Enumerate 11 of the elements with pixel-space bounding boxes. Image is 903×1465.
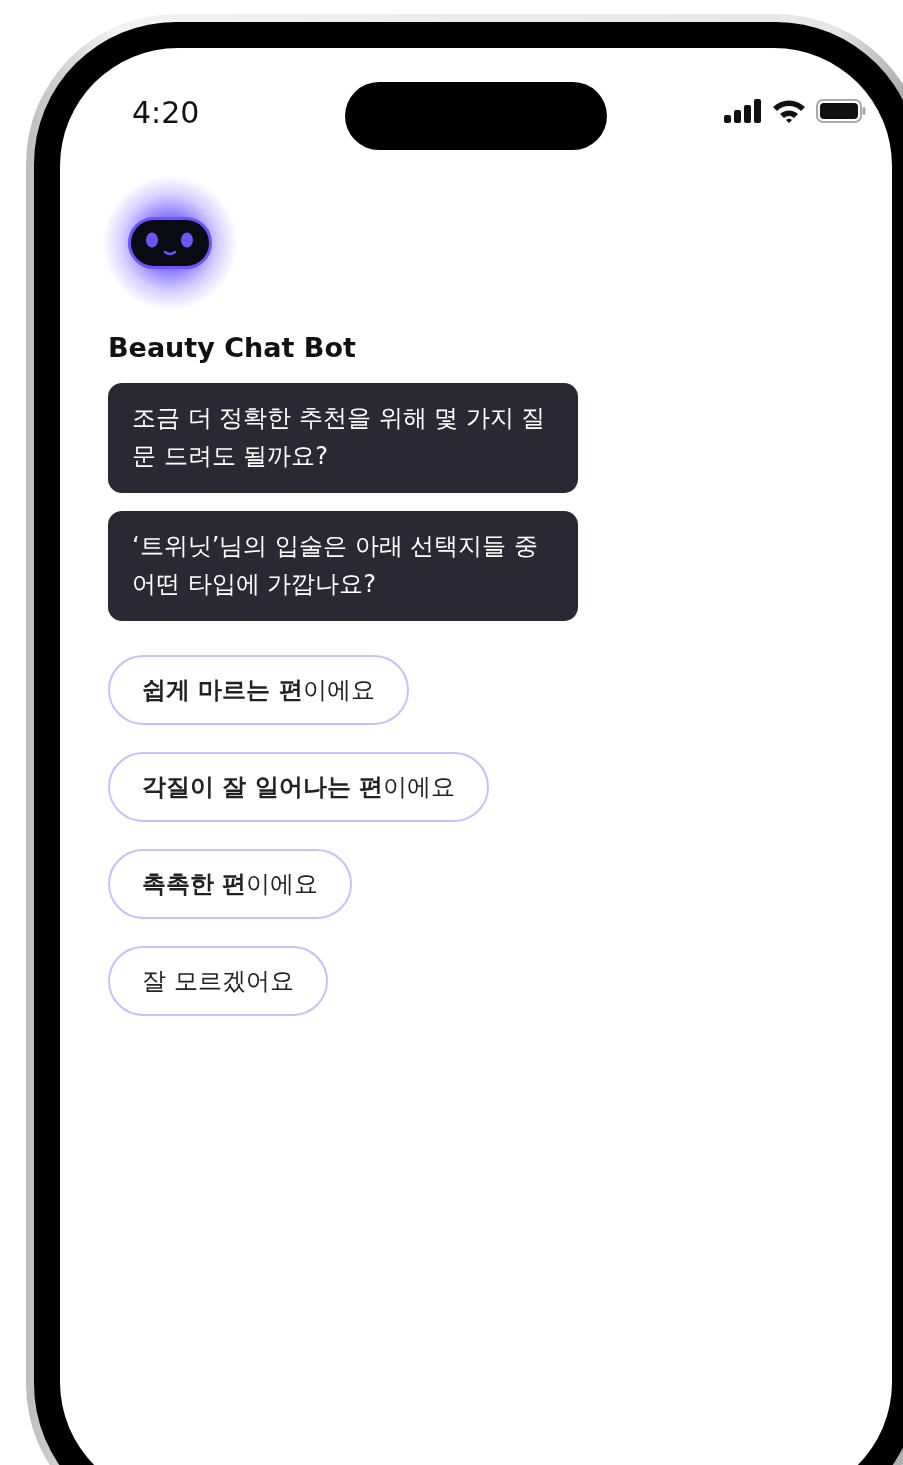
bot-name: Beauty Chat Bot (108, 332, 356, 363)
quick-reply-button[interactable]: 각질이 잘 일어나는 편이에요 (108, 752, 490, 822)
signal-icon (724, 99, 762, 123)
quick-reply-button[interactable]: 쉽게 마르는 편이에요 (108, 655, 409, 725)
battery-icon (816, 99, 866, 123)
chat-bubble: 조금 더 정확한 추천을 위해 몇 가지 질문 드려도 될까요? (108, 383, 578, 493)
wifi-icon (772, 98, 806, 124)
quick-reply-button[interactable]: 촉촉한 편이에요 (108, 849, 353, 919)
status-time: 4:20 (132, 94, 200, 130)
chat-bubble: ‘트위닛’님의 입술은 아래 선택지들 중 어떤 타입에 가깝나요? (108, 511, 578, 621)
quick-reply-button[interactable]: 잘 모르겠어요 (108, 946, 328, 1016)
